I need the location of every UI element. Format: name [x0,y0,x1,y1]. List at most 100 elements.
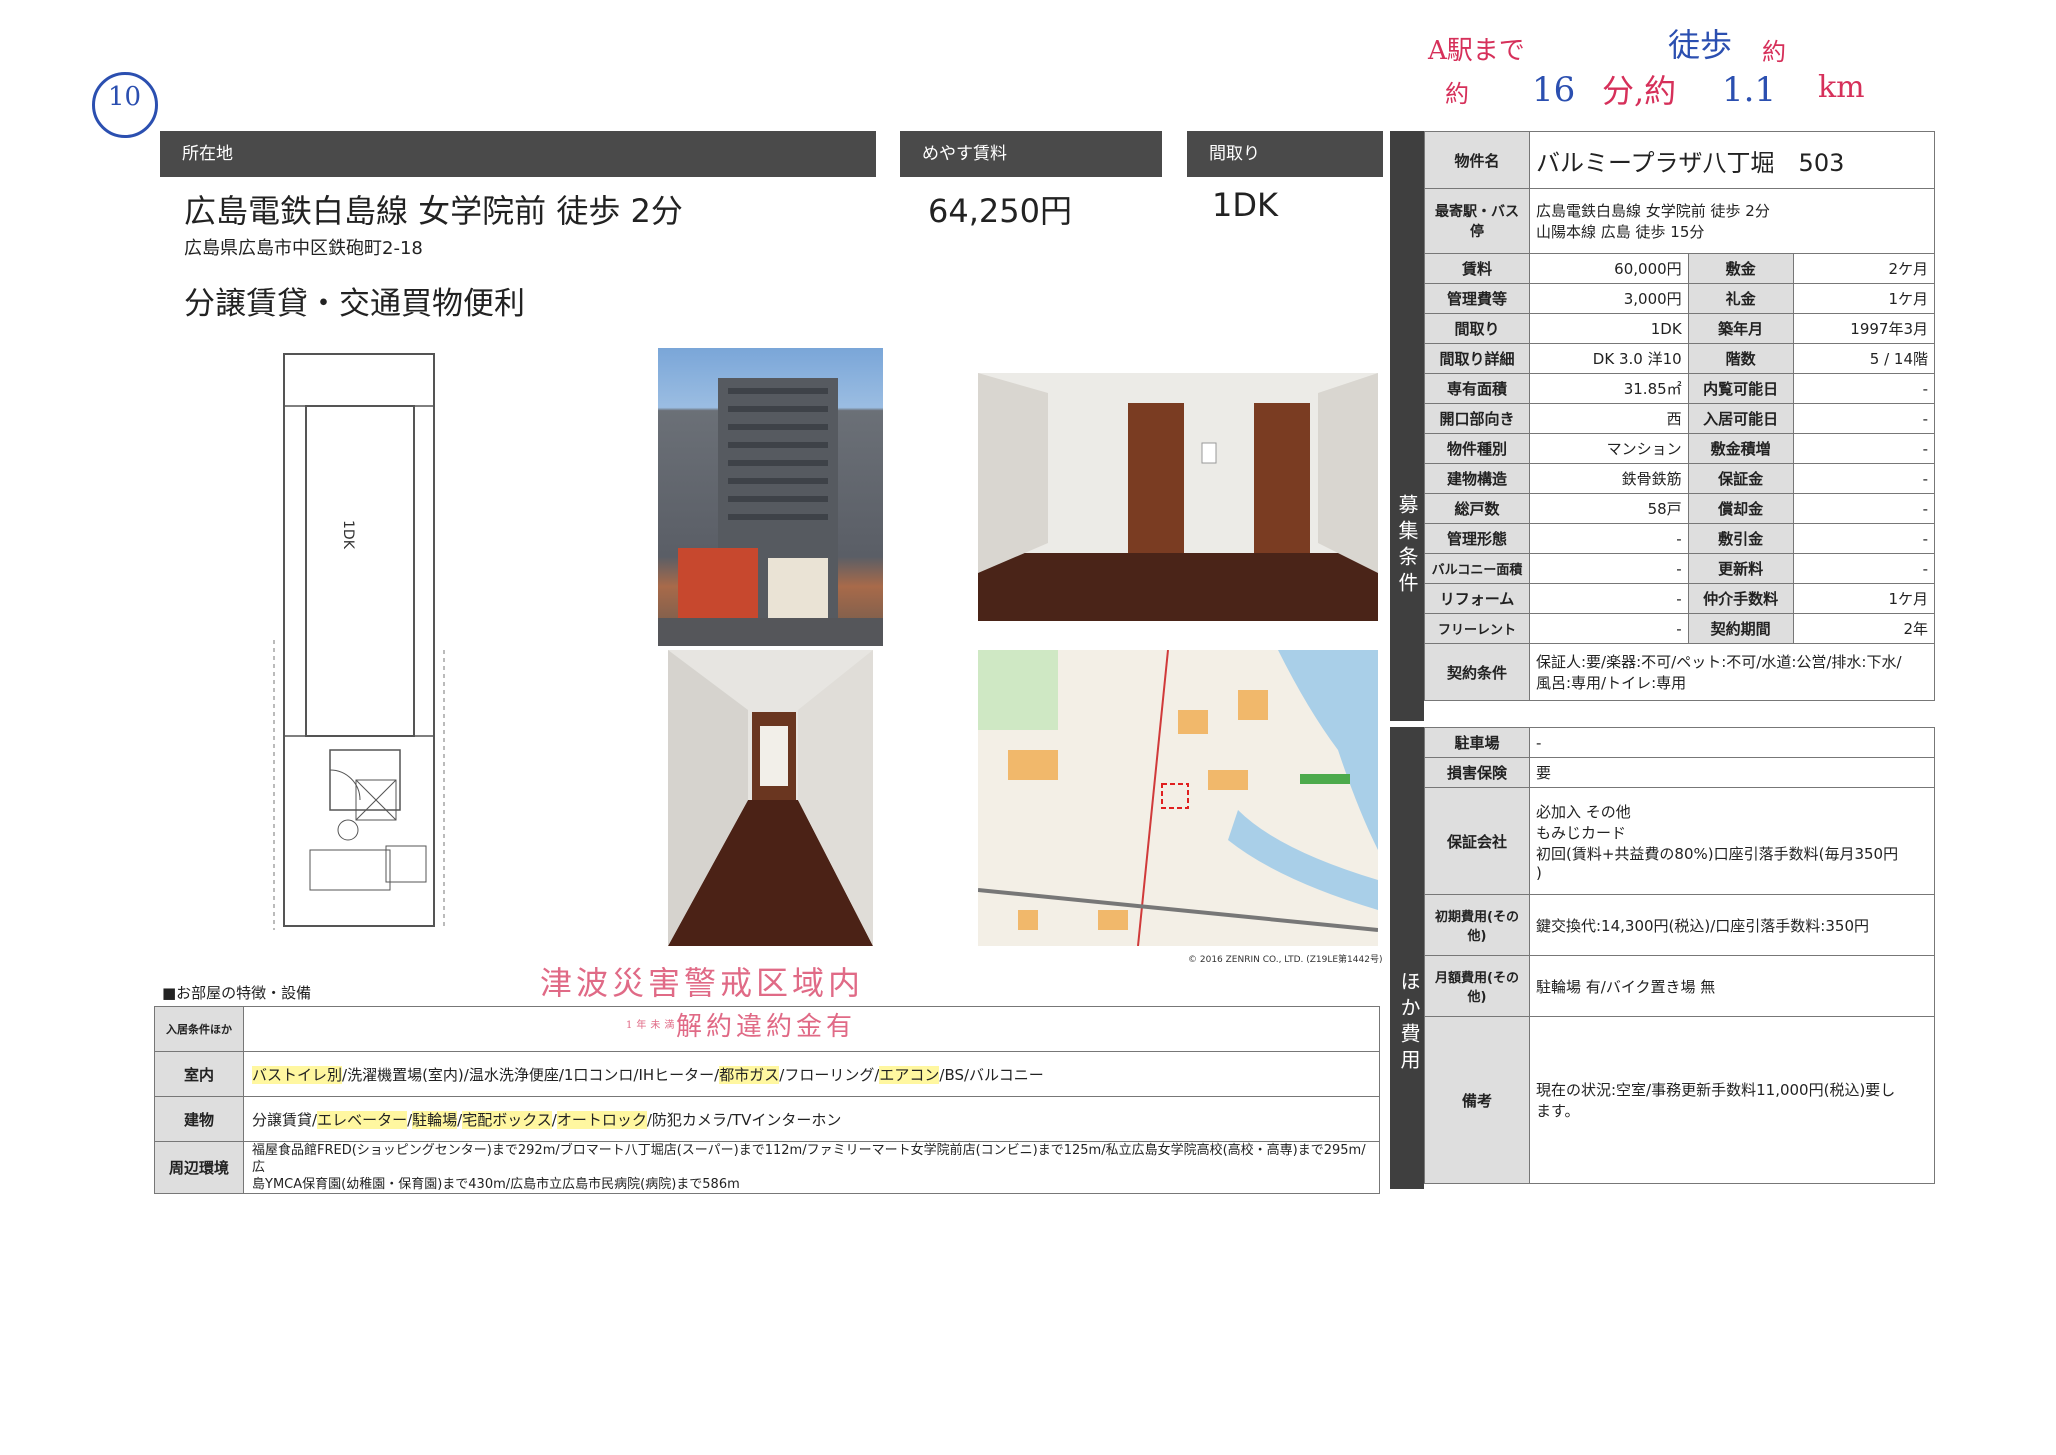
condition-value: - [1792,433,1936,464]
condition-label: 物件種別 [1424,433,1530,464]
guarantor-label: 保証会社 [1424,787,1530,895]
condition-value: 31.85㎡ [1529,373,1689,404]
layout-header: 間取り [1187,131,1383,177]
location-header: 所在地 [160,131,876,177]
condition-label: 敷金 [1687,253,1794,284]
condition-row: 管理形態 - 敷引金 - [1424,523,1936,554]
monthly-label: 月額費用(その他) [1424,955,1530,1017]
condition-value: - [1529,613,1689,644]
highlighted-feature: エレベーター [317,1110,408,1129]
condition-value: - [1529,553,1689,584]
highlighted-feature: オートロック [556,1110,647,1129]
handwritten-note-red-2: 約 [1762,38,1786,66]
features-table: 入居条件ほか 室内 バストイレ別/洗濯機置場(室内)/温水洗浄便座/1口コンロ/… [154,1006,1380,1194]
handwritten-distance: 1.1 [1722,70,1777,110]
condition-value: 1997年3月 [1792,313,1936,344]
parking-label: 駐車場 [1424,727,1530,758]
catchphrase: 分譲賃貸・交通買物便利 [184,286,525,322]
contract-label: 契約条件 [1424,643,1530,701]
initial-label: 初期費用(その他) [1424,894,1530,956]
condition-row: 物件種別 マンション 敷金積増 - [1424,433,1936,464]
condition-label: 建物構造 [1424,463,1530,494]
condition-value: 60,000円 [1529,253,1689,284]
features-title: ■お部屋の特徴・設備 [162,984,312,1002]
condition-value: - [1529,523,1689,554]
condition-label: 賃料 [1424,253,1530,284]
condition-label: 専有面積 [1424,373,1530,404]
handwritten-note-red-1: A駅まで [1428,36,1525,66]
conditions-body: 賃料 60,000円 敷金 2ケ月 管理費等 3,000円 礼金 1ケ月 間取り 1DK 築年月 19… [1424,253,1936,644]
building-label: 建物 [154,1096,244,1142]
area-map [978,650,1378,946]
condition-value: 5 / 14階 [1792,343,1936,374]
condition-value: - [1792,493,1936,524]
condition-row: 総戸数 58戸 償却金 - [1424,493,1936,524]
condition-label: 総戸数 [1424,493,1530,524]
condition-value: 58戸 [1529,493,1689,524]
surroundings-value: 福屋食品館FRED(ショッピングセンター)まで292m/ブロマート八丁堀店(スー… [243,1141,1380,1194]
initial-value: 鍵交換代:14,300円(税込)/口座引落手数料:350円 [1529,894,1935,956]
condition-row: 間取り 1DK 築年月 1997年3月 [1424,313,1936,344]
condition-label: 保証金 [1687,463,1794,494]
guarantor-line2: もみじカード [1536,823,1627,842]
condition-label: フリーレント [1424,613,1530,644]
building-value: 分譲賃貸/エレベーター/駐輪場/宅配ボックス/オートロック/防犯カメラ/TVイン… [243,1096,1380,1142]
floorplan-drawing [273,353,445,930]
condition-value: - [1792,523,1936,554]
condition-row: 開口部向き西入居可能日 - [1424,403,1936,434]
move-in-label: 入居条件ほか [154,1006,244,1052]
condition-value: - [1529,583,1689,614]
guarantor-value: 必加入 その他 もみじカード 初回(賃料+共益費の80%)口座引落手数料(毎月3… [1529,787,1935,895]
living-room-photo [978,373,1378,621]
map-copyright: © 2016 ZENRIN CO., LTD. (Z19LE第1442号) [1188,955,1383,965]
monthly-value: 駐輪場 有/バイク置き場 無 [1529,955,1935,1017]
highlighted-feature: エアコン [879,1065,940,1084]
highlighted-feature: 宅配ボックス [462,1110,552,1129]
contract-line2: 風呂:専用/トイレ:専用 [1536,674,1687,692]
feature-text: /防犯カメラ/TVインターホン [646,1110,842,1129]
property-name: バルミープラザ八丁堀 503 [1529,131,1935,189]
guarantor-line3: 初回(賃料+共益費の80%)口座引落手数料(毎月350円 [1536,844,1899,863]
condition-label: 開口部向き [1424,403,1530,434]
insurance-label: 損害保険 [1424,757,1530,788]
condition-label: 入居可能日 [1687,403,1794,434]
condition-label: 管理費等 [1424,283,1530,314]
surroundings-line2: 島YMCA保育園(幼稚園・保育園)まで430m/広島市立広島市民病院(病院)まで… [252,1177,740,1192]
condition-value: - [1792,553,1936,584]
feature-text: 分譲賃貸/ [252,1110,318,1129]
feature-text: /洗濯機置場(室内)/温水洗浄便座/1口コンロ/IHヒーター/ [342,1065,720,1084]
highlighted-feature: バストイレ別 [252,1065,343,1084]
condition-label: 階数 [1687,343,1794,374]
guarantor-line4: ) [1536,863,1542,882]
other-costs-table: 駐車場 - 損害保険 要 保証会社 必加入 その他 もみじカード 初回(賃料+共… [1424,727,1935,1184]
contract-line1: 保証人:要/楽器:不可/ペット:不可/水道:公営/排水:下水/ [1536,653,1902,671]
condition-label: バルコニー面積 [1424,553,1530,584]
condition-row: バルコニー面積 - 更新料 - [1424,553,1936,584]
condition-label: 間取り詳細 [1424,343,1530,374]
condition-label: リフォーム [1424,583,1530,614]
handwritten-minutes: 16 [1532,70,1576,110]
condition-label: 築年月 [1687,313,1794,344]
condition-label: 礼金 [1687,283,1794,314]
corridor-photo [668,650,873,946]
handwritten-prefix: 約 [1445,80,1469,108]
condition-label: 内覧可能日 [1687,373,1794,404]
condition-row: リフォーム - 仲介手数料 1ケ月 [1424,583,1936,614]
floorplan-room-label: 1DK [340,520,356,549]
map-drawing [978,650,1378,946]
condition-row: 賃料 60,000円 敷金 2ケ月 [1424,253,1936,284]
indoor-value: バストイレ別/洗濯機置場(室内)/温水洗浄便座/1口コンロ/IHヒーター/都市ガ… [243,1051,1380,1097]
station-access: 広島電鉄白島線 女学院前 徒歩 2分 [184,192,683,230]
property-table: 物件名 バルミープラザ八丁堀 503 最寄駅・バス停 広島電鉄白島線 女学院前 … [1424,131,1936,701]
condition-label: 管理形態 [1424,523,1530,554]
remarks-line2: ます。 [1536,1102,1580,1120]
condition-label: 償却金 [1687,493,1794,524]
condition-value: 西 [1529,403,1689,434]
tsunami-stamp: 津波災害警戒区域内 [540,964,865,1002]
remarks-label: 備考 [1424,1016,1530,1184]
condition-row: 間取り詳細 DK 3.0 洋10 階数 5 / 14階 [1424,343,1936,374]
move-in-value [243,1006,1380,1052]
rent-value: 64,250円 [928,192,1072,230]
highlighted-feature: 都市ガス [719,1065,780,1084]
condition-value: 1ケ月 [1792,583,1936,614]
